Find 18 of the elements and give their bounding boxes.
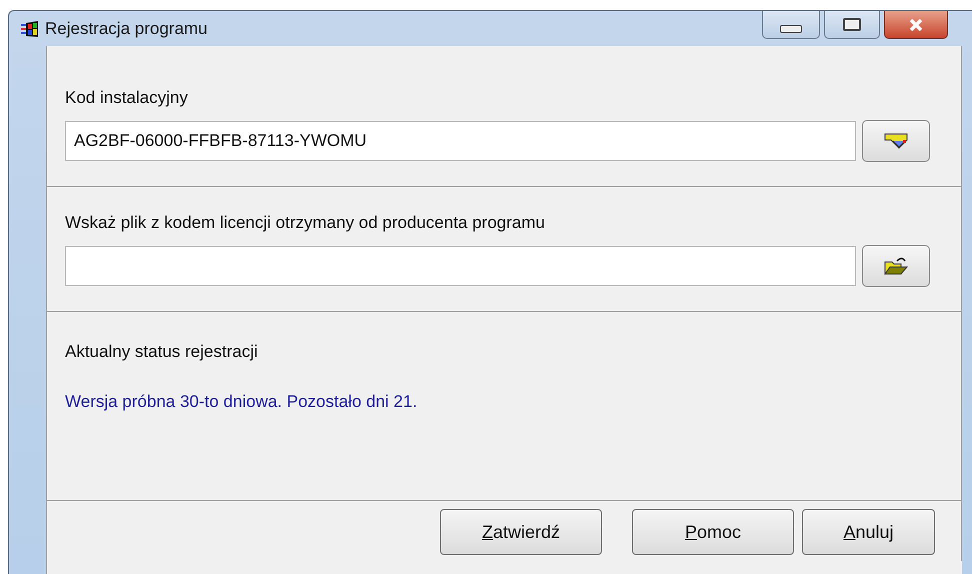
cancel-button[interactable]: Anuluj xyxy=(802,509,935,555)
close-icon xyxy=(908,18,924,30)
status-message: Wersja próbna 30-to dniowa. Pozostało dni 21. xyxy=(65,392,418,412)
close-button[interactable] xyxy=(884,11,948,39)
help-button[interactable]: Pomoc xyxy=(632,509,794,555)
license-file-field[interactable] xyxy=(65,246,856,286)
field-label: Kod instalacyjny xyxy=(65,88,188,108)
open-folder-button[interactable] xyxy=(862,245,930,287)
app-icon xyxy=(21,20,39,38)
minimize-button[interactable] xyxy=(762,11,820,39)
copy-button[interactable] xyxy=(862,120,930,162)
installation-code-field[interactable]: AG2BF-06000-FFBFB-87113-YWOMU xyxy=(65,121,856,161)
confirm-button[interactable]: Zatwierdź xyxy=(440,509,602,555)
open-folder-icon xyxy=(883,256,909,276)
field-label: Wskaż plik z kodem licencji otrzymany od producenta programu xyxy=(65,213,545,233)
status-label: Aktualny status rejestracji xyxy=(65,342,258,362)
window-title: Rejestracja programu xyxy=(45,18,208,38)
maximize-button[interactable] xyxy=(824,11,880,39)
